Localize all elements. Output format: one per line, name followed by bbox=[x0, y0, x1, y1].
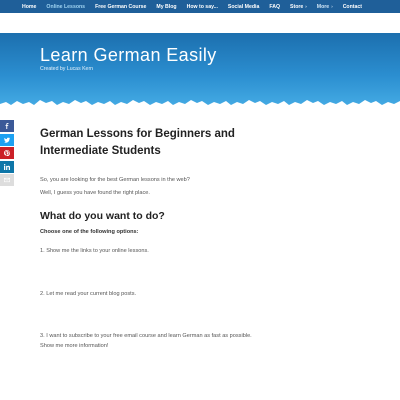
nav-item-social-media[interactable]: Social Media bbox=[228, 4, 259, 10]
chevron-right-icon: › bbox=[331, 4, 333, 9]
intro-paragraph-1: So, you are looking for the best German … bbox=[40, 177, 190, 183]
options-label: Choose one of the following options: bbox=[40, 229, 139, 235]
option-email-course-link[interactable]: 3. I want to subscribe to your free emai… bbox=[40, 332, 360, 351]
facebook-icon bbox=[5, 123, 9, 129]
facebook-share-button[interactable] bbox=[0, 120, 14, 132]
page-title-line-1: German Lessons for Beginners and bbox=[40, 128, 235, 140]
nav-item-store-label: Store bbox=[290, 3, 304, 10]
nav-item-more[interactable]: More › bbox=[317, 4, 333, 10]
page-title: German Lessons for Beginners and Interme… bbox=[40, 126, 360, 160]
option-email-course-line-1: 3. I want to subscribe to your free emai… bbox=[40, 333, 252, 339]
pinterest-icon bbox=[4, 150, 10, 156]
twitter-icon bbox=[4, 137, 10, 143]
option-email-course-line-2: Show me more information! bbox=[40, 342, 109, 349]
torn-paper-edge bbox=[0, 100, 400, 110]
email-share-button[interactable] bbox=[0, 174, 14, 186]
nav-item-contact[interactable]: Contact bbox=[343, 4, 362, 10]
intro-paragraph-2: Well, I guess you have found the right p… bbox=[40, 190, 150, 196]
nav-item-online-lessons[interactable]: Online Lessons bbox=[46, 4, 85, 10]
nav-item-how-to-say[interactable]: How to say... bbox=[187, 4, 218, 10]
option-blog-posts-link[interactable]: 2. Let me read your current blog posts. bbox=[40, 290, 360, 300]
nav-item-store[interactable]: Store › bbox=[290, 4, 307, 10]
nav-item-faq[interactable]: FAQ bbox=[269, 4, 280, 10]
twitter-share-button[interactable] bbox=[0, 133, 14, 146]
social-share-bar bbox=[0, 120, 14, 188]
chevron-right-icon: › bbox=[305, 4, 307, 9]
email-icon bbox=[4, 177, 10, 183]
pinterest-share-button[interactable] bbox=[0, 147, 14, 159]
nav-item-home[interactable]: Home bbox=[22, 4, 36, 10]
section-heading: What do you want to do? bbox=[40, 210, 165, 222]
top-navigation: Home Online Lessons Free German Course M… bbox=[0, 0, 400, 13]
linkedin-share-button[interactable] bbox=[0, 160, 14, 173]
nav-item-my-blog[interactable]: My Blog bbox=[156, 4, 176, 10]
page-title-line-2: Intermediate Students bbox=[40, 145, 161, 157]
nav-item-free-german-course[interactable]: Free German Course bbox=[95, 4, 146, 10]
main-content: German Lessons for Beginners and Interme… bbox=[40, 126, 360, 351]
linkedin-icon bbox=[4, 163, 10, 170]
option-online-lessons-link[interactable]: 1. Show me the links to your online less… bbox=[40, 247, 360, 257]
site-subtitle: Created by Lucas Kern bbox=[40, 66, 94, 72]
site-title[interactable]: Learn German Easily bbox=[40, 45, 217, 66]
header-banner: Learn German Easily Created by Lucas Ker… bbox=[0, 33, 400, 110]
nav-item-more-label: More bbox=[316, 3, 330, 10]
